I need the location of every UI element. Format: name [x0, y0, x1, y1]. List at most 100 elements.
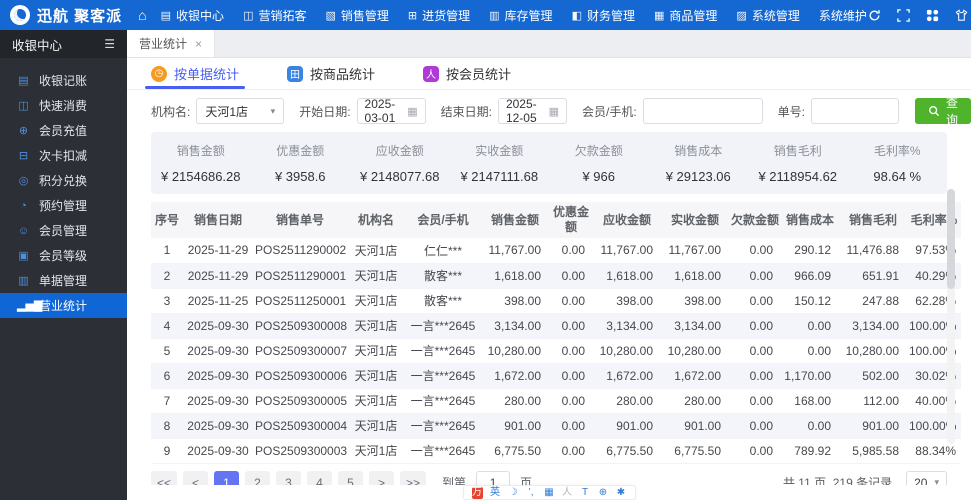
ime-english-icon[interactable]: 英 [490, 487, 501, 499]
table-scrollbar[interactable] [947, 189, 955, 444]
cell: 502.00 [839, 363, 907, 389]
table-row[interactable]: 4 2025-09-30 POS2509300008 天河1店 一言***2645 3,1… [151, 313, 961, 339]
sidebar-item-card-deduct[interactable]: ⊟ 次卡扣减 [0, 143, 127, 168]
cell: 6,775.50 [661, 438, 729, 464]
search-icon [928, 105, 940, 117]
table-row[interactable]: 2 2025-11-29 POS2511290001 天河1店 散客*** 1,618.0… [151, 263, 961, 289]
nav-item-label: 库存管理 [504, 8, 553, 23]
cell: 1,618.00 [593, 263, 661, 289]
sidebar-item-member-recharge[interactable]: ⊕ 会员充值 [0, 118, 127, 143]
cell: 290.12 [781, 238, 839, 264]
ime-user-icon[interactable]: 人 [562, 487, 573, 499]
theme-skin-icon[interactable] [954, 8, 969, 23]
cell: 1,618.00 [661, 263, 729, 289]
nav-item-label: 收银中心 [176, 8, 225, 23]
summary-cell-3: 实收金额 ¥ 2147111.68 [450, 142, 550, 184]
nav-item-finance-mgmt[interactable]: ◧ 财务管理 [572, 7, 635, 24]
nav-item-cashier-center[interactable]: ▤ 收银中心 [161, 7, 224, 24]
sidebar-item-appointment-mgmt[interactable]: ◔ 预约管理 [0, 193, 127, 218]
start-date-label: 开始日期: [299, 104, 351, 119]
nav-item-system-mgmt[interactable]: ▨ 系统管理 [736, 7, 799, 24]
cell: 0.00 [729, 263, 781, 289]
sidebar-item-business-stats[interactable]: ▂▅▇ 营业统计 [0, 293, 127, 318]
ime-globe-icon[interactable]: ⊕ [598, 487, 609, 499]
cell: 9 [151, 438, 183, 464]
table-row[interactable]: 9 2025-09-30 POS2509300003 天河1店 一言***2645 6,7… [151, 438, 961, 464]
search-button[interactable]: 查询 [915, 96, 971, 127]
nav-item-purchase-mgmt[interactable]: ⊞ 进货管理 [408, 7, 470, 24]
member-input[interactable] [642, 98, 763, 124]
table-row[interactable]: 1 2025-11-29 POS2511290002 天河1店 仁仁*** 11,767.… [151, 238, 961, 264]
nav-item-inventory-mgmt[interactable]: ▥ 库存管理 [489, 7, 552, 24]
table-row[interactable]: 6 2025-09-30 POS2509300006 天河1店 一言***2645 1,6… [151, 363, 961, 389]
subtab-by-receipt[interactable]: ◷ 按单据统计 [144, 58, 246, 89]
summary-value: ¥ 966 [582, 169, 616, 184]
ime-halfwidth-icon[interactable]: ☽ [508, 487, 519, 499]
ime-skin-icon[interactable]: T [580, 487, 591, 499]
sidebar: 收银中心 ☰ ▤ 收银记账 ◫ 快速消费 ⊕ 会员充值 ⊟ 次卡扣减 ◎ 积分兑换 ◔ 预约管理 ☺ 会员… [0, 30, 127, 500]
cell: 2025-09-30 [183, 388, 253, 414]
sidebar-item-quick-consume[interactable]: ◫ 快速消费 [0, 93, 127, 118]
cell: 0.00 [729, 438, 781, 464]
sidebar-item-member-mgmt[interactable]: ☺ 会员管理 [0, 218, 127, 243]
ime-keyboard-icon[interactable]: ▦ [544, 487, 555, 499]
table-body: 1 2025-11-29 POS2511290002 天河1店 仁仁*** 11,767.… [151, 238, 961, 464]
nav-item-sales-mgmt[interactable]: ▧ 销售管理 [325, 7, 388, 24]
sidebar-item-label: 快速消费 [39, 99, 88, 113]
column-header: 销售金额 [481, 202, 549, 238]
cell: 0.00 [781, 313, 839, 339]
start-date-input[interactable]: 2025-03-01 ▦ [356, 97, 426, 125]
apps-grid-icon[interactable] [925, 8, 940, 23]
summary-cell-5: 销售成本 ¥ 29123.06 [649, 142, 749, 184]
sidebar-item-label: 次卡扣减 [39, 149, 88, 163]
summary-label: 欠款金额 [574, 144, 623, 158]
cell: 0.00 [549, 288, 593, 314]
cell: 2025-11-29 [183, 263, 253, 289]
sidebar-collapse-icon[interactable]: ☰ [104, 37, 115, 51]
table-row[interactable]: 7 2025-09-30 POS2509300005 天河1店 一言***2645 280… [151, 388, 961, 414]
sidebar-item-label: 积分兑换 [39, 174, 88, 188]
cashier-center-icon: ▤ [160, 9, 172, 22]
table-row[interactable]: 8 2025-09-30 POS2509300004 天河1店 一言***2645 901… [151, 413, 961, 439]
column-header: 序号 [151, 202, 183, 238]
ime-settings-icon[interactable]: ✱ [616, 487, 627, 499]
scrollbar-thumb[interactable] [947, 189, 955, 289]
sidebar-item-cashier-ledger[interactable]: ▤ 收银记账 [0, 68, 127, 93]
ime-toolbar: 万英 ☽ ’, ▦ 人 T ⊕ ✱ [462, 485, 636, 500]
calendar-icon[interactable]: ▦ [549, 105, 559, 118]
column-header: 欠款金额 [729, 202, 781, 238]
brand: 迅航 聚客派 [10, 5, 122, 26]
top-navbar: 迅航 聚客派 ⌂ ▤ 收银中心 ◫ 营销拓客 ▧ 销售管理 ⊞ 进货管理 ▥ 库存管理 ◧ 财务管理 ▦… [0, 0, 971, 30]
subtab-by-member[interactable]: 人按会员统计 [423, 58, 511, 89]
tab-business-stats[interactable]: 营业统计 × [127, 30, 216, 57]
order-no-input[interactable] [811, 98, 899, 124]
cell: POS2509300008 [253, 313, 347, 339]
ime-wanneng-icon[interactable]: 万 [471, 486, 483, 499]
sidebar-item-receipt-mgmt[interactable]: ▥ 单据管理 [0, 268, 127, 293]
sidebar-item-points-exchange[interactable]: ◎ 积分兑换 [0, 168, 127, 193]
nav-item-goods-mgmt[interactable]: ▦ 商品管理 [654, 7, 717, 24]
cell: 0.00 [729, 338, 781, 364]
table-row[interactable]: 5 2025-09-30 POS2509300007 天河1店 一言***2645 10,… [151, 338, 961, 364]
end-date-label: 结束日期: [440, 104, 492, 119]
fullscreen-icon[interactable] [896, 8, 911, 23]
end-date-input[interactable]: 2025-12-05 ▦ [497, 97, 567, 125]
subtab-by-product[interactable]: 田按商品统计 [287, 58, 375, 89]
cell: 4 [151, 313, 183, 339]
nav-item-marketing[interactable]: ◫ 营销拓客 [243, 7, 306, 24]
column-header: 实收金额 [661, 202, 729, 238]
nav-item-system-maint[interactable]: 系统维护 [819, 7, 867, 24]
topnav-right: 入门版 01 ∨ [867, 0, 971, 33]
by-receipt-icon: ◷ [151, 65, 167, 82]
main-area: 营业统计 × ◷ 按单据统计田按商品统计人按会员统计 机构名: 天河1店 ▾ 开始… [127, 30, 971, 500]
refresh-icon[interactable] [867, 8, 882, 23]
calendar-icon[interactable]: ▦ [407, 105, 417, 118]
tab-close-icon[interactable]: × [195, 37, 202, 51]
sidebar-item-label: 预约管理 [39, 199, 88, 213]
org-select[interactable]: 天河1店 ▾ [196, 98, 285, 124]
sidebar-item-member-level[interactable]: ▣ 会员等级 [0, 243, 127, 268]
ime-punctuation-icon[interactable]: ’, [526, 487, 537, 499]
home-icon[interactable]: ⌂ [138, 7, 146, 23]
column-header: 优惠金额 [549, 202, 593, 238]
table-row[interactable]: 3 2025-11-25 POS2511250001 天河1店 散客*** 398.00 0… [151, 288, 961, 314]
